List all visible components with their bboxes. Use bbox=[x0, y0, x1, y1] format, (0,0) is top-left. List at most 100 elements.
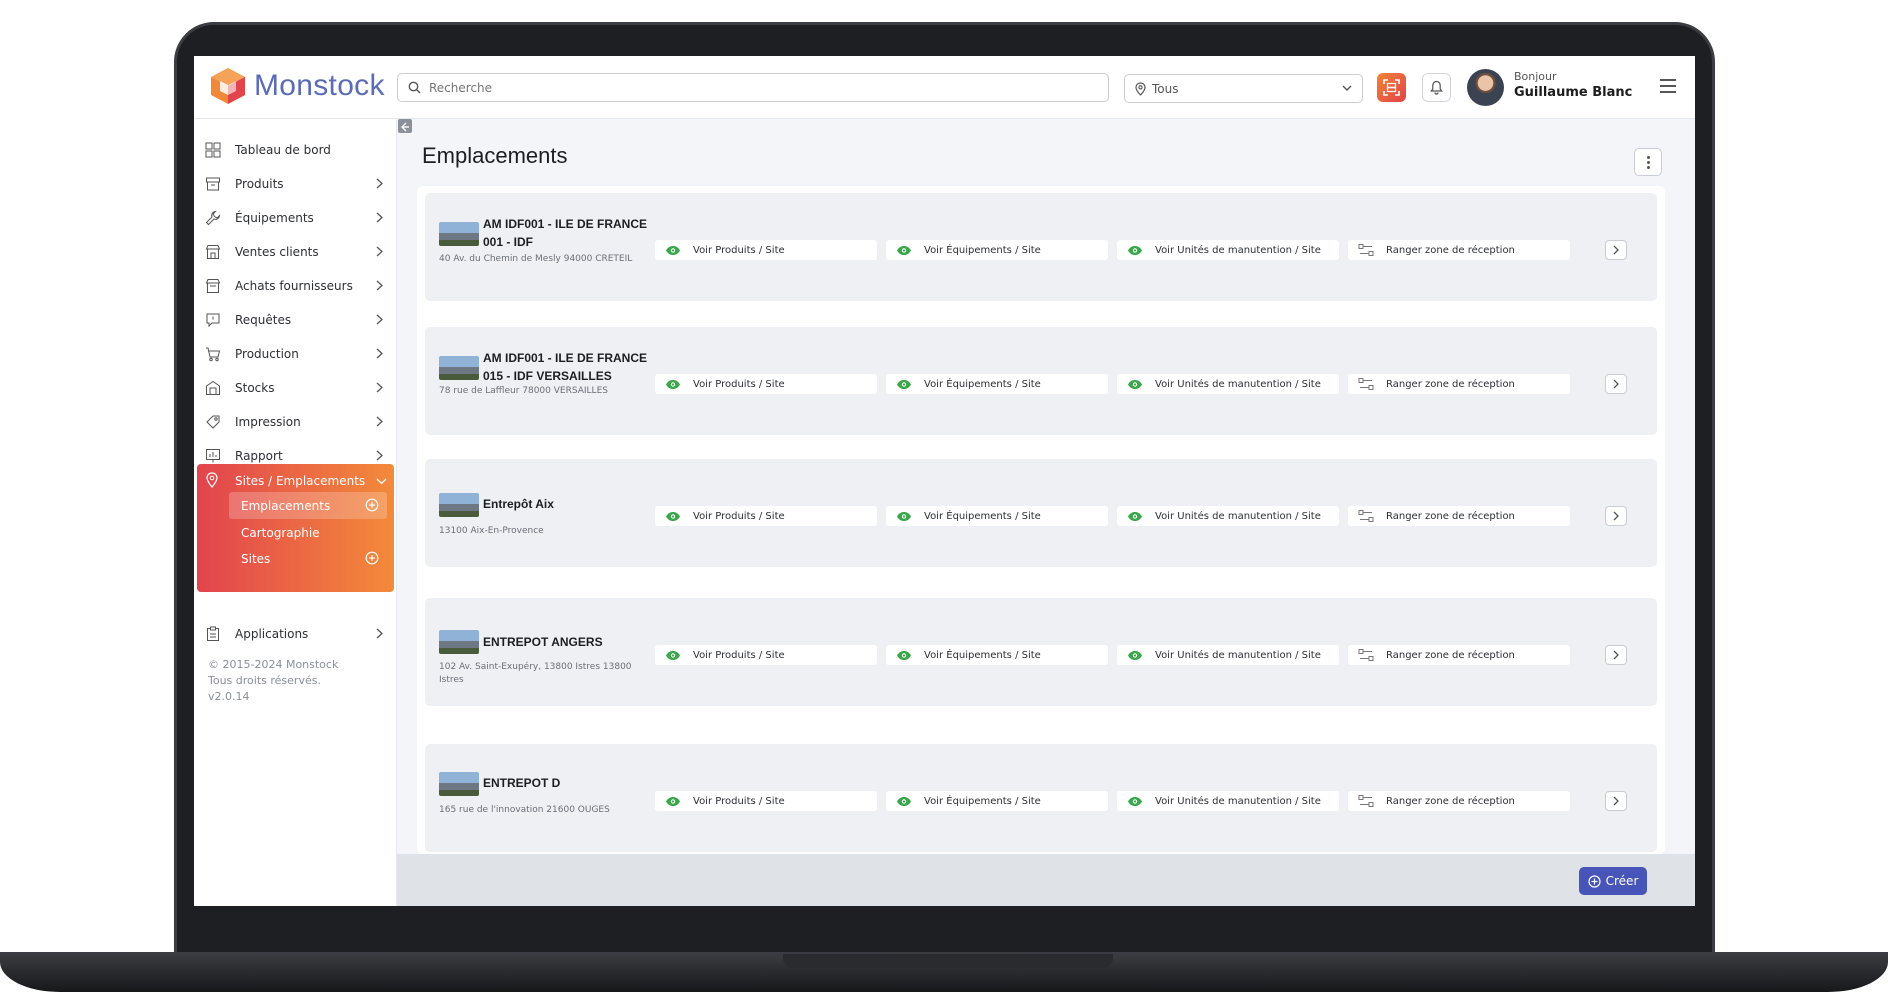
eye-icon bbox=[665, 377, 681, 391]
view-handling-units-button[interactable]: Voir Unités de manutention / Site bbox=[1117, 506, 1339, 526]
view-products-button[interactable]: Voir Produits / Site bbox=[655, 240, 877, 260]
view-equipment-button[interactable]: Voir Équipements / Site bbox=[886, 645, 1108, 665]
location-thumbnail bbox=[439, 356, 479, 380]
store-reception-zone-button[interactable]: Ranger zone de réception bbox=[1348, 791, 1570, 811]
action-label: Voir Unités de manutention / Site bbox=[1155, 649, 1321, 661]
view-products-button[interactable]: Voir Produits / Site bbox=[655, 791, 877, 811]
logo[interactable]: Monstock bbox=[208, 66, 385, 106]
top-bar: Monstock Tous Bonjour Guillaume Blanc bbox=[194, 56, 1695, 119]
chevron-right-icon bbox=[1613, 379, 1619, 389]
search-input[interactable] bbox=[429, 80, 1079, 95]
sidebar-item-sites-locations[interactable]: Sites / Emplacements bbox=[204, 472, 387, 490]
action-label: Voir Produits / Site bbox=[693, 244, 785, 256]
add-circle-icon bbox=[1588, 874, 1601, 888]
eye-icon bbox=[665, 648, 681, 662]
sidebar-subitem-label: Emplacements bbox=[241, 498, 331, 513]
location-card[interactable]: AM IDF001 - ILE DE FRANCE 015 - IDF VERS… bbox=[425, 327, 1657, 435]
hamburger-menu-icon[interactable] bbox=[1659, 78, 1677, 94]
location-address: 102 Av. Saint-Exupéry, 13800 Istres 1380… bbox=[439, 662, 632, 685]
open-location-button[interactable] bbox=[1605, 240, 1627, 260]
sidebar-item-stocks[interactable]: Stocks bbox=[194, 371, 397, 405]
view-handling-units-button[interactable]: Voir Unités de manutention / Site bbox=[1117, 645, 1339, 665]
brand-name: Monstock bbox=[254, 69, 385, 102]
store-reception-zone-button[interactable]: Ranger zone de réception bbox=[1348, 506, 1570, 526]
sidebar-subitem-sites[interactable]: Sites bbox=[229, 545, 387, 572]
store-reception-zone-button[interactable]: Ranger zone de réception bbox=[1348, 374, 1570, 394]
view-products-button[interactable]: Voir Produits / Site bbox=[655, 645, 877, 665]
sidebar-item-printing[interactable]: Impression bbox=[194, 405, 397, 439]
sidebar-item-dashboard[interactable]: Tableau de bord bbox=[194, 133, 397, 167]
add-circle-icon[interactable] bbox=[365, 551, 379, 565]
view-equipment-button[interactable]: Voir Équipements / Site bbox=[886, 791, 1108, 811]
scan-button[interactable] bbox=[1377, 73, 1406, 102]
avatar[interactable] bbox=[1467, 69, 1504, 106]
sidebar-item-label: Achats fournisseurs bbox=[235, 279, 353, 293]
create-button-label: Créer bbox=[1605, 874, 1639, 888]
store-reception-zone-button[interactable]: Ranger zone de réception bbox=[1348, 645, 1570, 665]
more-options-button[interactable] bbox=[1634, 148, 1662, 176]
search-icon bbox=[408, 81, 421, 94]
sidebar-item-label: Tableau de bord bbox=[235, 143, 331, 157]
action-label: Voir Équipements / Site bbox=[924, 795, 1041, 807]
view-products-button[interactable]: Voir Produits / Site bbox=[655, 506, 877, 526]
action-label: Voir Unités de manutention / Site bbox=[1155, 378, 1321, 390]
sidebar-item-label: Sites / Emplacements bbox=[235, 474, 366, 488]
wrench-icon bbox=[204, 209, 222, 227]
sidebar-subitem-mapping[interactable]: Cartographie bbox=[229, 519, 387, 546]
store-reception-zone-button[interactable]: Ranger zone de réception bbox=[1348, 240, 1570, 260]
sidebar-item-label: Production bbox=[235, 347, 299, 361]
location-thumbnail bbox=[439, 772, 479, 796]
sidebar-item-production[interactable]: Production bbox=[194, 337, 397, 371]
chevron-right-icon bbox=[1613, 511, 1619, 521]
open-location-button[interactable] bbox=[1605, 791, 1627, 811]
view-equipment-button[interactable]: Voir Équipements / Site bbox=[886, 240, 1108, 260]
location-card[interactable]: ENTREPOT ANGERS 102 Av. Saint-Exupéry, 1… bbox=[425, 598, 1657, 706]
version-label: v2.0.14 bbox=[208, 690, 250, 703]
notifications-button[interactable] bbox=[1422, 73, 1451, 102]
action-label: Ranger zone de réception bbox=[1386, 244, 1515, 256]
location-card[interactable]: Entrepôt Aix 13100 Aix-En-Provence Voir … bbox=[425, 459, 1657, 567]
add-circle-icon[interactable] bbox=[365, 498, 379, 512]
action-label: Voir Produits / Site bbox=[693, 510, 785, 522]
sidebar-item-label: Stocks bbox=[235, 381, 275, 395]
chevron-right-icon bbox=[376, 178, 383, 189]
action-label: Voir Équipements / Site bbox=[924, 510, 1041, 522]
locations-list: AM IDF001 - ILE DE FRANCE 001 - IDF 40 A… bbox=[417, 186, 1665, 854]
view-equipment-button[interactable]: Voir Équipements / Site bbox=[886, 506, 1108, 526]
transfer-icon bbox=[1358, 794, 1374, 808]
location-card[interactable]: AM IDF001 - ILE DE FRANCE 001 - IDF 40 A… bbox=[425, 193, 1657, 301]
sidebar-subitem-label: Sites bbox=[241, 551, 271, 566]
eye-icon bbox=[896, 377, 912, 391]
view-handling-units-button[interactable]: Voir Unités de manutention / Site bbox=[1117, 791, 1339, 811]
action-label: Ranger zone de réception bbox=[1386, 795, 1515, 807]
view-handling-units-button[interactable]: Voir Unités de manutention / Site bbox=[1117, 240, 1339, 260]
sidebar-item-applications[interactable]: Applications bbox=[194, 617, 397, 651]
sidebar-item-supplier-purchases[interactable]: Achats fournisseurs bbox=[194, 269, 397, 303]
view-products-button[interactable]: Voir Produits / Site bbox=[655, 374, 877, 394]
sidebar-item-customer-sales[interactable]: Ventes clients bbox=[194, 235, 397, 269]
open-location-button[interactable] bbox=[1605, 645, 1627, 665]
location-address: 13100 Aix-En-Provence bbox=[439, 526, 544, 536]
site-filter-select[interactable]: Tous bbox=[1124, 74, 1363, 103]
create-button[interactable]: Créer bbox=[1579, 867, 1647, 895]
view-equipment-button[interactable]: Voir Équipements / Site bbox=[886, 374, 1108, 394]
view-handling-units-button[interactable]: Voir Unités de manutention / Site bbox=[1117, 374, 1339, 394]
eye-icon bbox=[896, 648, 912, 662]
eye-icon bbox=[1127, 509, 1143, 523]
shop-icon bbox=[204, 243, 222, 261]
action-label: Voir Équipements / Site bbox=[924, 244, 1041, 256]
location-card[interactable]: ENTREPOT D 165 rue de l'innovation 21600… bbox=[425, 744, 1657, 852]
chevron-right-icon bbox=[376, 280, 383, 291]
sidebar-item-equipment[interactable]: Équipements bbox=[194, 201, 397, 235]
action-label: Voir Unités de manutention / Site bbox=[1155, 244, 1321, 256]
sidebar-subitem-locations[interactable]: Emplacements bbox=[229, 492, 387, 519]
open-location-button[interactable] bbox=[1605, 506, 1627, 526]
sidebar-item-requests[interactable]: Requêtes bbox=[194, 303, 397, 337]
sidebar-item-products[interactable]: Produits bbox=[194, 167, 397, 201]
open-location-button[interactable] bbox=[1605, 374, 1627, 394]
location-pin-icon bbox=[1135, 81, 1146, 96]
sidebar-item-label: Requêtes bbox=[235, 313, 292, 327]
search-bar[interactable] bbox=[397, 73, 1109, 102]
site-filter-value: Tous bbox=[1152, 81, 1179, 96]
collapse-sidebar-button[interactable] bbox=[398, 119, 412, 133]
